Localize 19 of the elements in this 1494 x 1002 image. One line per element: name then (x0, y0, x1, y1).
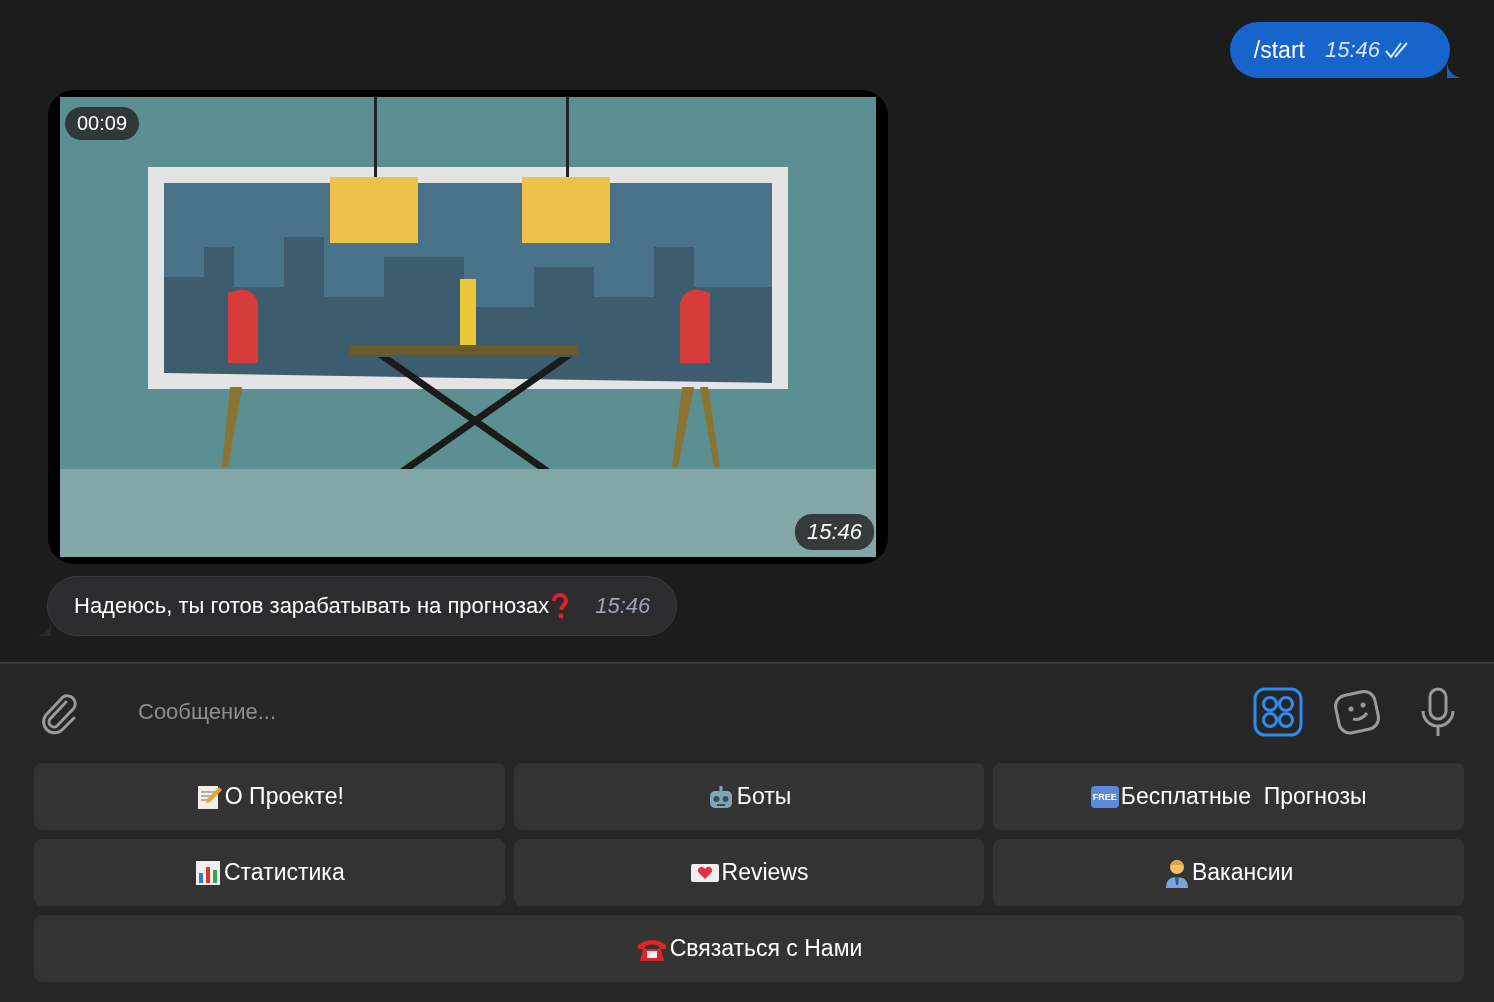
video-duration: 00:09 (65, 107, 140, 140)
free-badge: FREE (1090, 785, 1119, 808)
bar-chart-icon (193, 858, 222, 887)
keyboard-button[interactable]: О Проекте! (34, 763, 505, 830)
keyboard-button[interactable]: Вакансии (993, 839, 1464, 906)
message-time: 15:46 (794, 514, 874, 550)
bubble-tail (37, 622, 51, 636)
message-time: 15:46 (1324, 37, 1380, 63)
keyboard-button[interactable]: Боты (513, 763, 985, 830)
message-text: Надеюсь, ты готов зарабатывать на прогнозах (74, 593, 550, 619)
message-time: 15:46 (595, 593, 651, 619)
keyboard-button[interactable]: Reviews (513, 839, 985, 906)
office-worker-icon (1164, 857, 1190, 888)
question-mark-icon (551, 593, 570, 619)
keyboard-button[interactable]: Статистика (34, 839, 505, 906)
keyboard-grid-icon[interactable] (1252, 685, 1304, 738)
keyboard-button[interactable]: Связаться с Нами (34, 915, 1464, 982)
bubble-tail (1447, 64, 1461, 78)
message-text: /start (1253, 36, 1305, 64)
